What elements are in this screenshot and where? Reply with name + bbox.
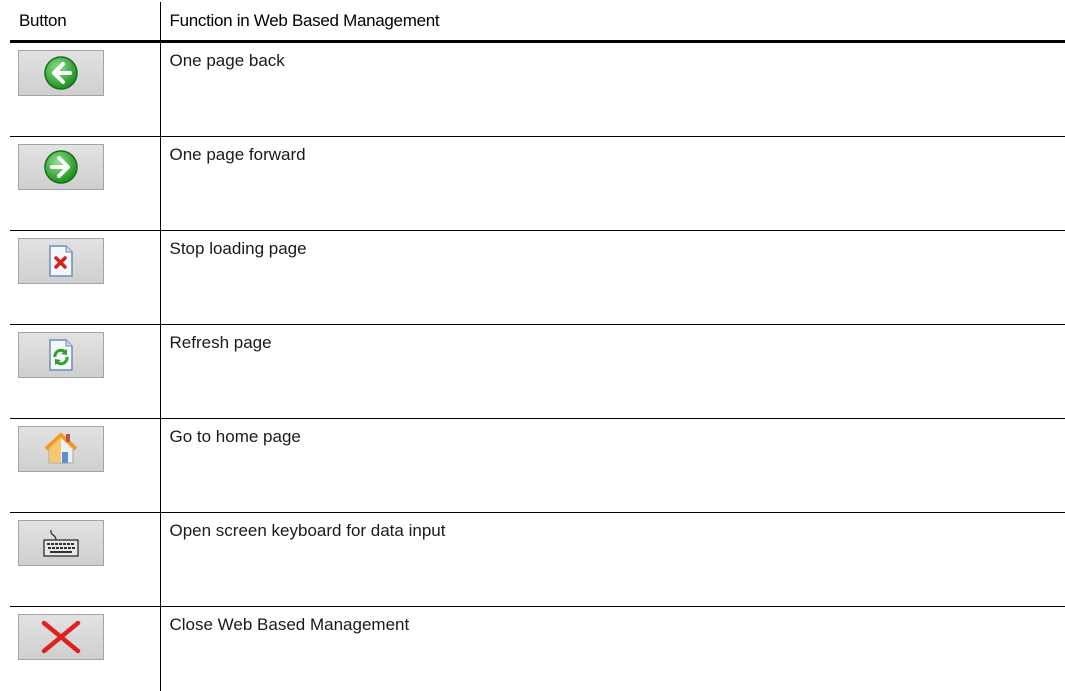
button-cell (10, 513, 160, 607)
button-cell (10, 607, 160, 691)
close-x-icon (39, 619, 83, 655)
button-cell (10, 419, 160, 513)
table-row: One page forward (10, 137, 1065, 231)
table-row: Stop loading page (10, 231, 1065, 325)
header-row: Button Function in Web Based Management (10, 2, 1065, 42)
table-row: Open screen keyboard for data input (10, 513, 1065, 607)
function-cell: Refresh page (160, 325, 1065, 419)
forward-arrow-icon (43, 149, 79, 185)
table-row: One page back (10, 42, 1065, 137)
close-button[interactable] (18, 614, 104, 660)
function-cell: One page back (160, 42, 1065, 137)
keyboard-button[interactable] (18, 520, 104, 566)
function-cell: Close Web Based Management (160, 607, 1065, 691)
table-row: Refresh page (10, 325, 1065, 419)
function-cell: Open screen keyboard for data input (160, 513, 1065, 607)
home-button[interactable] (18, 426, 104, 472)
refresh-icon (47, 338, 75, 372)
table-row: Go to home page (10, 419, 1065, 513)
home-icon (43, 432, 79, 466)
button-function-table: Button Function in Web Based Management … (10, 2, 1065, 691)
keyboard-icon (42, 528, 80, 558)
back-arrow-icon (43, 55, 79, 91)
button-cell (10, 231, 160, 325)
button-cell (10, 325, 160, 419)
button-cell (10, 137, 160, 231)
header-function: Function in Web Based Management (160, 2, 1065, 42)
back-button[interactable] (18, 50, 104, 96)
stop-button[interactable] (18, 238, 104, 284)
forward-button[interactable] (18, 144, 104, 190)
function-cell: One page forward (160, 137, 1065, 231)
button-cell (10, 42, 160, 137)
function-cell: Go to home page (160, 419, 1065, 513)
function-cell: Stop loading page (160, 231, 1065, 325)
refresh-button[interactable] (18, 332, 104, 378)
table-row: Close Web Based Management (10, 607, 1065, 691)
stop-icon (47, 244, 75, 278)
header-button: Button (10, 2, 160, 42)
